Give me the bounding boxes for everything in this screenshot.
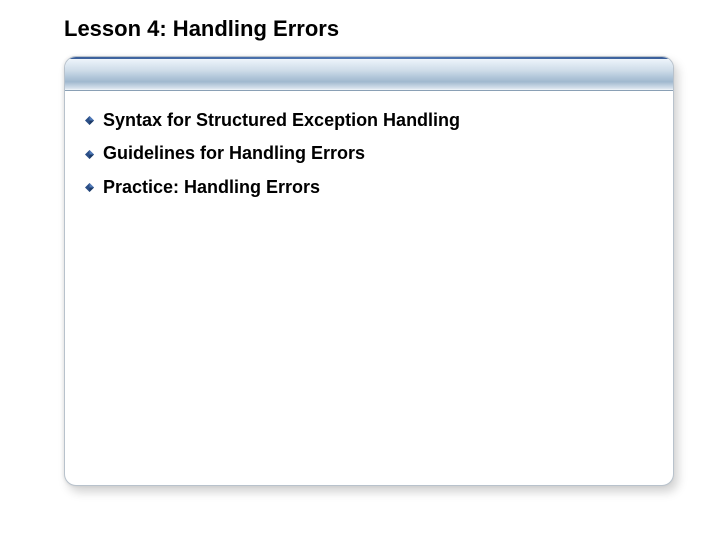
bullet-label: Practice: Handling Errors — [103, 176, 320, 199]
bullet-label: Guidelines for Handling Errors — [103, 142, 365, 165]
content-panel: Syntax for Structured Exception Handling… — [64, 56, 674, 486]
panel-body: Syntax for Structured Exception Handling… — [65, 91, 673, 221]
list-item: Practice: Handling Errors — [85, 176, 653, 199]
panel-header-bar — [65, 57, 673, 91]
diamond-bullet-icon — [85, 116, 94, 125]
list-item: Guidelines for Handling Errors — [85, 142, 653, 165]
page-title: Lesson 4: Handling Errors — [64, 16, 696, 42]
list-item: Syntax for Structured Exception Handling — [85, 109, 653, 132]
diamond-bullet-icon — [85, 150, 94, 159]
bullet-label: Syntax for Structured Exception Handling — [103, 109, 460, 132]
diamond-bullet-icon — [85, 183, 94, 192]
